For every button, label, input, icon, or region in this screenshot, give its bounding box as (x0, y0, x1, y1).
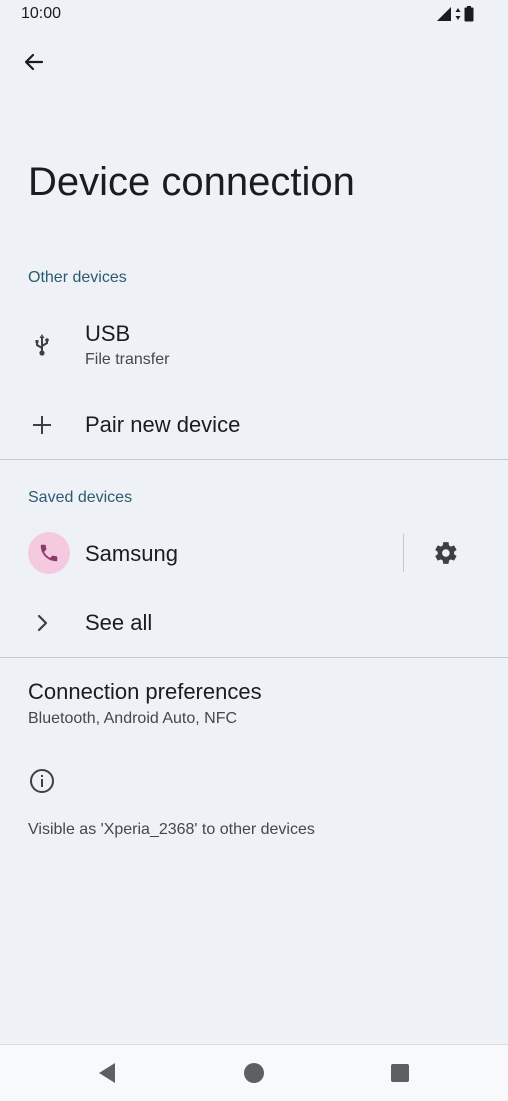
status-bar: 10:00 (0, 0, 508, 28)
usb-icon (28, 331, 56, 359)
divider (0, 459, 508, 460)
triangle-back-icon (99, 1063, 115, 1083)
status-icons (436, 6, 474, 22)
status-time: 10:00 (21, 5, 62, 22)
pair-new-device-label: Pair new device (85, 412, 241, 437)
nav-home-button[interactable] (238, 1057, 270, 1089)
nav-back-button[interactable] (91, 1057, 123, 1089)
plus-icon (28, 411, 56, 439)
section-header-other-devices: Other devices (28, 269, 127, 286)
page-title: Device connection (28, 160, 355, 204)
battery-icon (464, 6, 474, 22)
see-all-label: See all (85, 610, 153, 635)
saved-device-name: Samsung (85, 541, 178, 566)
usb-subtitle: File transfer (85, 351, 170, 368)
usb-title: USB (85, 321, 131, 346)
vertical-divider (403, 534, 404, 572)
circle-home-icon (244, 1063, 264, 1083)
square-recents-icon (391, 1064, 409, 1082)
connection-preferences-subtitle: Bluetooth, Android Auto, NFC (28, 710, 238, 727)
data-arrows-icon (455, 8, 461, 20)
chevron-right-icon (28, 609, 56, 637)
connection-preferences-title: Connection preferences (28, 679, 262, 704)
info-icon (28, 767, 56, 795)
phone-icon (40, 544, 58, 562)
arrow-left-icon (24, 53, 44, 71)
section-header-saved-devices: Saved devices (28, 489, 133, 506)
nav-recents-button[interactable] (384, 1057, 416, 1089)
device-settings-button[interactable] (427, 534, 465, 572)
back-button[interactable] (14, 42, 54, 82)
divider (0, 657, 508, 658)
signal-icon (437, 7, 451, 21)
gear-icon (435, 542, 457, 564)
visible-as-text: Visible as 'Xperia_2368' to other device… (28, 821, 315, 838)
navigation-bar (0, 1044, 508, 1101)
avatar (28, 532, 70, 574)
